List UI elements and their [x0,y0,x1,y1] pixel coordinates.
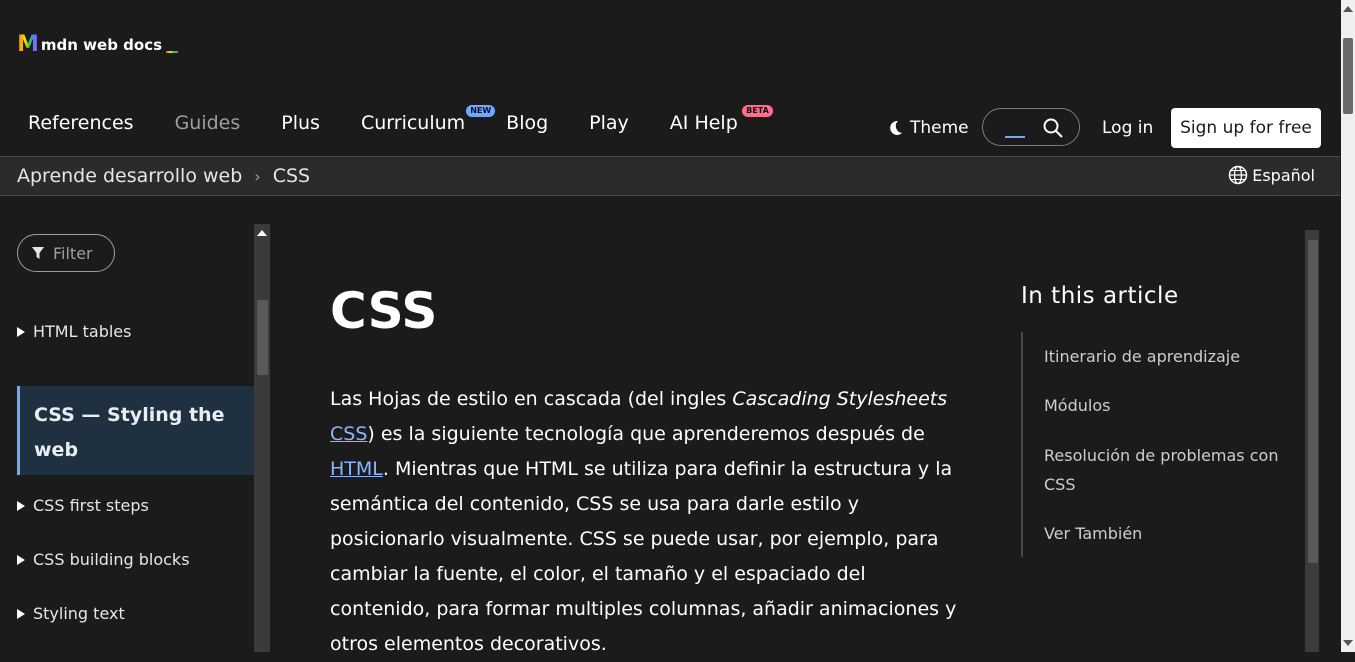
main-nav: References Guides Plus Curriculum NEW Bl… [28,105,779,134]
filter-input[interactable]: Filter [17,234,115,272]
mdn-logo[interactable]: M mdn web docs [17,32,179,57]
html-link[interactable]: HTML [330,458,383,480]
nav-references[interactable]: References [28,112,134,134]
toc-item-itinerario[interactable]: Itinerario de aprendizaje [1044,342,1284,371]
toc-item-resolucion[interactable]: Resolución de problemas con CSS [1044,441,1284,499]
breadcrumb: Aprende desarrollo web › CSS Español [0,156,1340,196]
logo-text: mdn web docs [40,35,163,54]
sidebar-item-label: Styling text [33,604,125,623]
nav-guides[interactable]: Guides [175,112,241,134]
window-scrollbar-thumb[interactable] [1343,38,1353,114]
filter-placeholder: Filter [53,243,93,263]
login-link[interactable]: Log in [1102,118,1153,138]
nav-curriculum[interactable]: Curriculum NEW [360,105,496,134]
sidebar-item-label: CSS first steps [33,496,149,515]
nav-ai-help-label: AI Help [669,112,738,134]
sidebar-item-html-tables[interactable]: HTML tables [17,322,131,341]
sidebar: Filter HTML tables CSS — Styling the web… [0,224,254,652]
nav-ai-help[interactable]: AI Help BETA [669,105,773,134]
toc-item-ver-tambien[interactable]: Ver También [1044,519,1284,548]
sidebar-scrollbar-thumb[interactable] [257,300,268,375]
beta-badge: BETA [742,105,773,117]
scroll-up-arrow-icon[interactable] [257,230,267,236]
sidebar-item-label: CSS building blocks [33,550,190,569]
filter-icon [32,247,44,259]
sidebar-scrollbar[interactable] [254,224,270,652]
toc-scrollbar-thumb[interactable] [1308,240,1318,563]
para-text-3: . Mientras que HTML se utiliza para defi… [330,458,957,655]
sidebar-item-css-building-blocks[interactable]: CSS building blocks [17,550,190,569]
table-of-contents: Itinerario de aprendizaje Módulos Resolu… [1021,332,1288,557]
intro-paragraph: Las Hojas de estilo en cascada (del ingl… [330,382,970,662]
sidebar-item-styling-text[interactable]: Styling text [17,604,125,623]
nav-blog[interactable]: Blog [506,112,548,134]
nav-curriculum-label: Curriculum [360,112,466,134]
breadcrumb-learn[interactable]: Aprende desarrollo web [17,165,242,187]
language-switcher[interactable]: Español [1228,165,1315,185]
para-text-2: ) es la siguiente tecnología que aprende… [367,423,925,445]
breadcrumb-items: Aprende desarrollo web › CSS [17,165,310,187]
nav-play[interactable]: Play [589,112,629,134]
search-caret [1005,136,1025,138]
sidebar-item-css-styling[interactable]: CSS — Styling the web [17,386,254,475]
signup-button[interactable]: Sign up for free [1171,108,1321,148]
new-badge: NEW [466,105,496,117]
logo-cursor-icon [166,50,179,53]
breadcrumb-css[interactable]: CSS [273,165,310,187]
globe-icon [1228,165,1248,185]
scroll-down-arrow-icon[interactable] [1343,640,1353,646]
language-label: Español [1252,165,1315,185]
expand-triangle-icon [17,500,25,511]
expand-triangle-icon [17,554,25,565]
para-text-1: Las Hojas de estilo en cascada (del ingl… [330,388,733,410]
css-link[interactable]: CSS [330,423,367,445]
sidebar-item-label: HTML tables [33,322,132,341]
mdn-logo-mark: M [17,32,39,57]
nav-plus[interactable]: Plus [281,112,320,134]
page-title: CSS [330,282,438,340]
sidebar-item-css-first-steps[interactable]: CSS first steps [17,496,149,515]
expand-triangle-icon [17,608,25,619]
search-icon[interactable] [1043,118,1063,138]
scroll-up-arrow-icon[interactable] [1343,6,1353,12]
toc-item-modulos[interactable]: Módulos [1044,391,1284,420]
toc-title: In this article [1021,283,1179,309]
theme-label: Theme [910,118,969,138]
para-emphasis: Cascading Stylesheets [732,388,948,410]
expand-triangle-icon [17,326,25,337]
moon-icon [890,120,902,135]
theme-button[interactable]: Theme [886,118,969,138]
chevron-right-icon: › [254,166,261,186]
search-input[interactable] [982,108,1080,146]
